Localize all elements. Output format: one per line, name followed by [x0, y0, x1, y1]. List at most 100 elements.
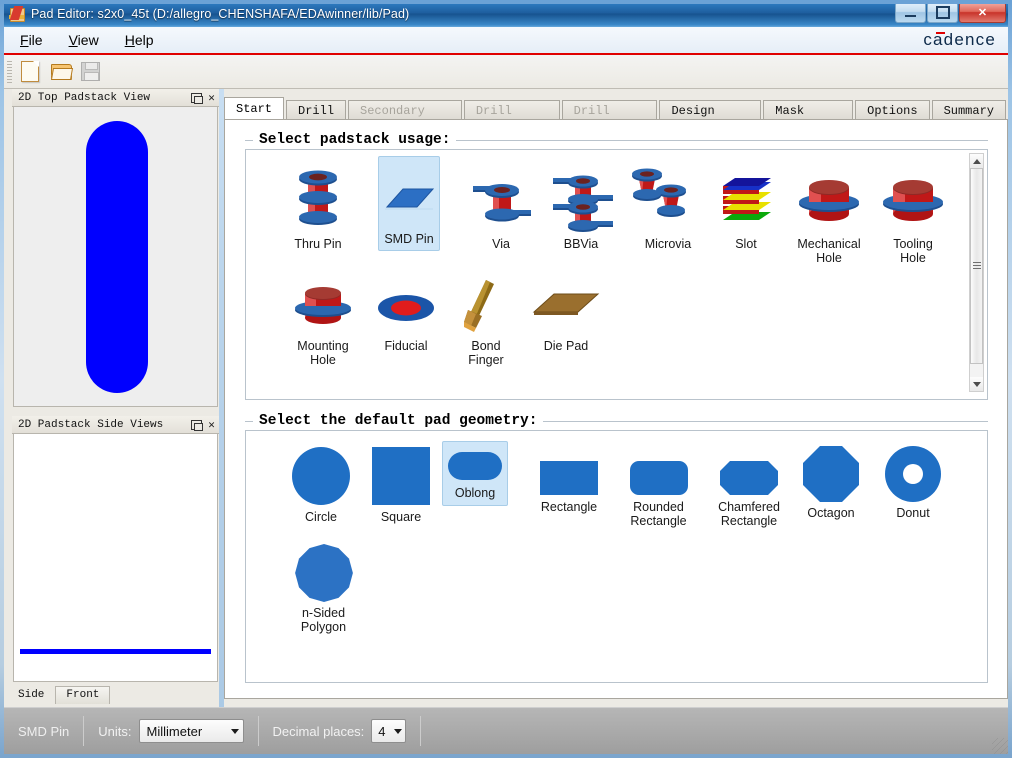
- pad-side-line-preview: [20, 649, 211, 654]
- usage-label: Microvia: [644, 237, 692, 251]
- geometry-item-donut[interactable]: Donut: [868, 445, 958, 520]
- side-views-float-button[interactable]: [189, 417, 204, 432]
- geometry-label: Square: [380, 510, 422, 524]
- tab-options[interactable]: Options: [855, 100, 930, 120]
- pad-editor-window: Pad Editor: s2x0_45t (D:/allegro_CHENSHA…: [0, 0, 1012, 758]
- resize-grip[interactable]: [992, 738, 1008, 754]
- tab-start[interactable]: Start: [224, 97, 285, 120]
- save-button[interactable]: [76, 59, 104, 85]
- donut-shape-icon: [884, 445, 942, 503]
- side-views-canvas[interactable]: [13, 433, 218, 682]
- scroll-up-icon[interactable]: [970, 154, 983, 168]
- tab-summary[interactable]: Summary: [931, 100, 1006, 120]
- left-dock: 2D Top Padstack View ✕ 2D Padstack Side …: [4, 89, 219, 707]
- main-tabstrip: Start Drill Secondary Drill Drill Symbol…: [224, 97, 1008, 138]
- side-views-titlebar: 2D Padstack Side Views ✕: [12, 416, 219, 434]
- usage-label: Fiducial: [384, 339, 428, 353]
- microvia-icon: [630, 162, 706, 234]
- n-sided-polygon-shape-icon: [294, 543, 354, 603]
- side-view-tab-front[interactable]: Front: [55, 686, 111, 704]
- usage-label: BBVia: [563, 237, 599, 251]
- padstack-usage-body: Thru Pin SMD Pin Via BBVia Microvia Slot…: [245, 149, 988, 400]
- menu-bar: File View Help cadence cadence: [4, 27, 1008, 55]
- padstack-usage-group: Select padstack usage: Thru Pin SMD Pin …: [245, 132, 988, 400]
- toolbar: [4, 55, 1008, 89]
- usage-label: Bond Finger: [468, 339, 504, 367]
- rectangle-shape-icon: [538, 459, 600, 497]
- usage-item-bbvia[interactable]: BBVia: [531, 162, 631, 251]
- window-title: Pad Editor: s2x0_45t (D:/allegro_CHENSHA…: [31, 6, 410, 21]
- side-views-tabstrip: Side Front: [8, 682, 219, 704]
- scrollbar-thumb[interactable]: [970, 168, 983, 364]
- start-tab-page: Select padstack usage: Thru Pin SMD Pin …: [224, 119, 1008, 699]
- tab-drill-symbol: Drill Symbol: [463, 100, 560, 138]
- geometry-label: Chamfered Rectangle: [718, 500, 780, 528]
- geometry-label: Donut: [896, 506, 930, 520]
- scroll-down-icon[interactable]: [970, 377, 983, 391]
- pad-geometry-legend: Select the default pad geometry:: [253, 413, 544, 429]
- close-button[interactable]: ✕: [959, 2, 1006, 23]
- pad-geometry-body: Circle Square Oblong Rectangle Rounded R…: [245, 430, 988, 683]
- thru-pin-icon: [286, 162, 350, 234]
- geometry-item-oblong[interactable]: Oblong: [442, 441, 508, 506]
- pad-oblong-preview: [86, 121, 148, 393]
- slot-icon: [713, 162, 779, 234]
- mounting-hole-icon: [283, 278, 363, 336]
- geometry-item-square[interactable]: Square: [356, 445, 446, 524]
- title-bar: Pad Editor: s2x0_45t (D:/allegro_CHENSHA…: [0, 0, 1012, 27]
- usage-item-tooling-hole[interactable]: Tooling Hole: [858, 162, 968, 265]
- geometry-item-circle[interactable]: Circle: [276, 445, 366, 524]
- usage-item-die-pad[interactable]: Die Pad: [511, 278, 621, 353]
- usage-item-thru-pin[interactable]: Thru Pin: [268, 162, 368, 251]
- chevron-down-icon: [394, 728, 403, 734]
- die-pad-icon: [526, 278, 606, 336]
- geometry-label: Rounded Rectangle: [630, 500, 687, 528]
- open-button[interactable]: [46, 59, 74, 85]
- open-icon: [50, 64, 73, 80]
- side-views-close-button[interactable]: ✕: [204, 417, 219, 432]
- mechanical-hole-icon: [789, 162, 869, 234]
- rounded-rectangle-shape-icon: [628, 459, 690, 497]
- units-value: Millimeter: [146, 723, 203, 739]
- geometry-item-rectangle[interactable]: Rectangle: [524, 459, 614, 514]
- menu-help[interactable]: Help: [115, 30, 164, 50]
- menu-view[interactable]: View: [59, 30, 109, 50]
- toolbar-grip[interactable]: [7, 60, 12, 83]
- padstack-usage-legend: Select padstack usage:: [253, 132, 457, 148]
- top-padstack-view-title: 2D Top Padstack View: [18, 91, 151, 104]
- cadence-logo: cadence: [923, 30, 996, 49]
- top-padstack-view-titlebar: 2D Top Padstack View ✕: [12, 89, 219, 107]
- decimal-places-dropdown[interactable]: 4: [371, 719, 407, 743]
- side-views-title: 2D Padstack Side Views: [18, 418, 164, 431]
- units-dropdown[interactable]: Millimeter: [138, 719, 244, 743]
- window-controls: ✕: [895, 2, 1006, 23]
- usage-label: Die Pad: [543, 339, 589, 353]
- geometry-item-octagon[interactable]: Octagon: [786, 445, 876, 520]
- decimal-places-value: 4: [378, 723, 386, 739]
- padstack-usage-scrollbar[interactable]: [969, 153, 984, 392]
- minimize-button[interactable]: [895, 2, 926, 23]
- side-view-tab-side[interactable]: Side: [8, 687, 55, 704]
- tooling-hole-icon: [873, 162, 953, 234]
- save-icon: [80, 62, 100, 81]
- geometry-item-n-sided-polygon[interactable]: n-Sided Polygon: [276, 543, 371, 634]
- usage-item-smd-pin[interactable]: SMD Pin: [378, 156, 440, 251]
- circle-shape-icon: [290, 445, 352, 507]
- menu-file[interactable]: File: [10, 30, 53, 50]
- tab-mask-layers[interactable]: Mask Layers: [763, 100, 854, 138]
- square-shape-icon: [370, 445, 432, 507]
- units-label: Units:: [98, 723, 132, 739]
- new-button[interactable]: [16, 59, 44, 85]
- status-bar: SMD Pin Units: Millimeter Decimal places…: [4, 707, 1008, 754]
- bbvia-icon: [537, 162, 625, 234]
- bond-finger-icon: [456, 278, 516, 336]
- top-padstack-view-canvas[interactable]: [13, 106, 218, 407]
- main-panel: Start Drill Secondary Drill Drill Symbol…: [224, 89, 1008, 707]
- top-padstack-close-button[interactable]: ✕: [204, 90, 219, 105]
- usage-label: Mounting Hole: [297, 339, 349, 367]
- top-padstack-float-button[interactable]: [189, 90, 204, 105]
- tab-drill[interactable]: Drill: [286, 100, 347, 120]
- maximize-button[interactable]: [927, 2, 958, 23]
- new-icon: [21, 61, 39, 82]
- tab-design-layers[interactable]: Design Layers: [659, 100, 762, 138]
